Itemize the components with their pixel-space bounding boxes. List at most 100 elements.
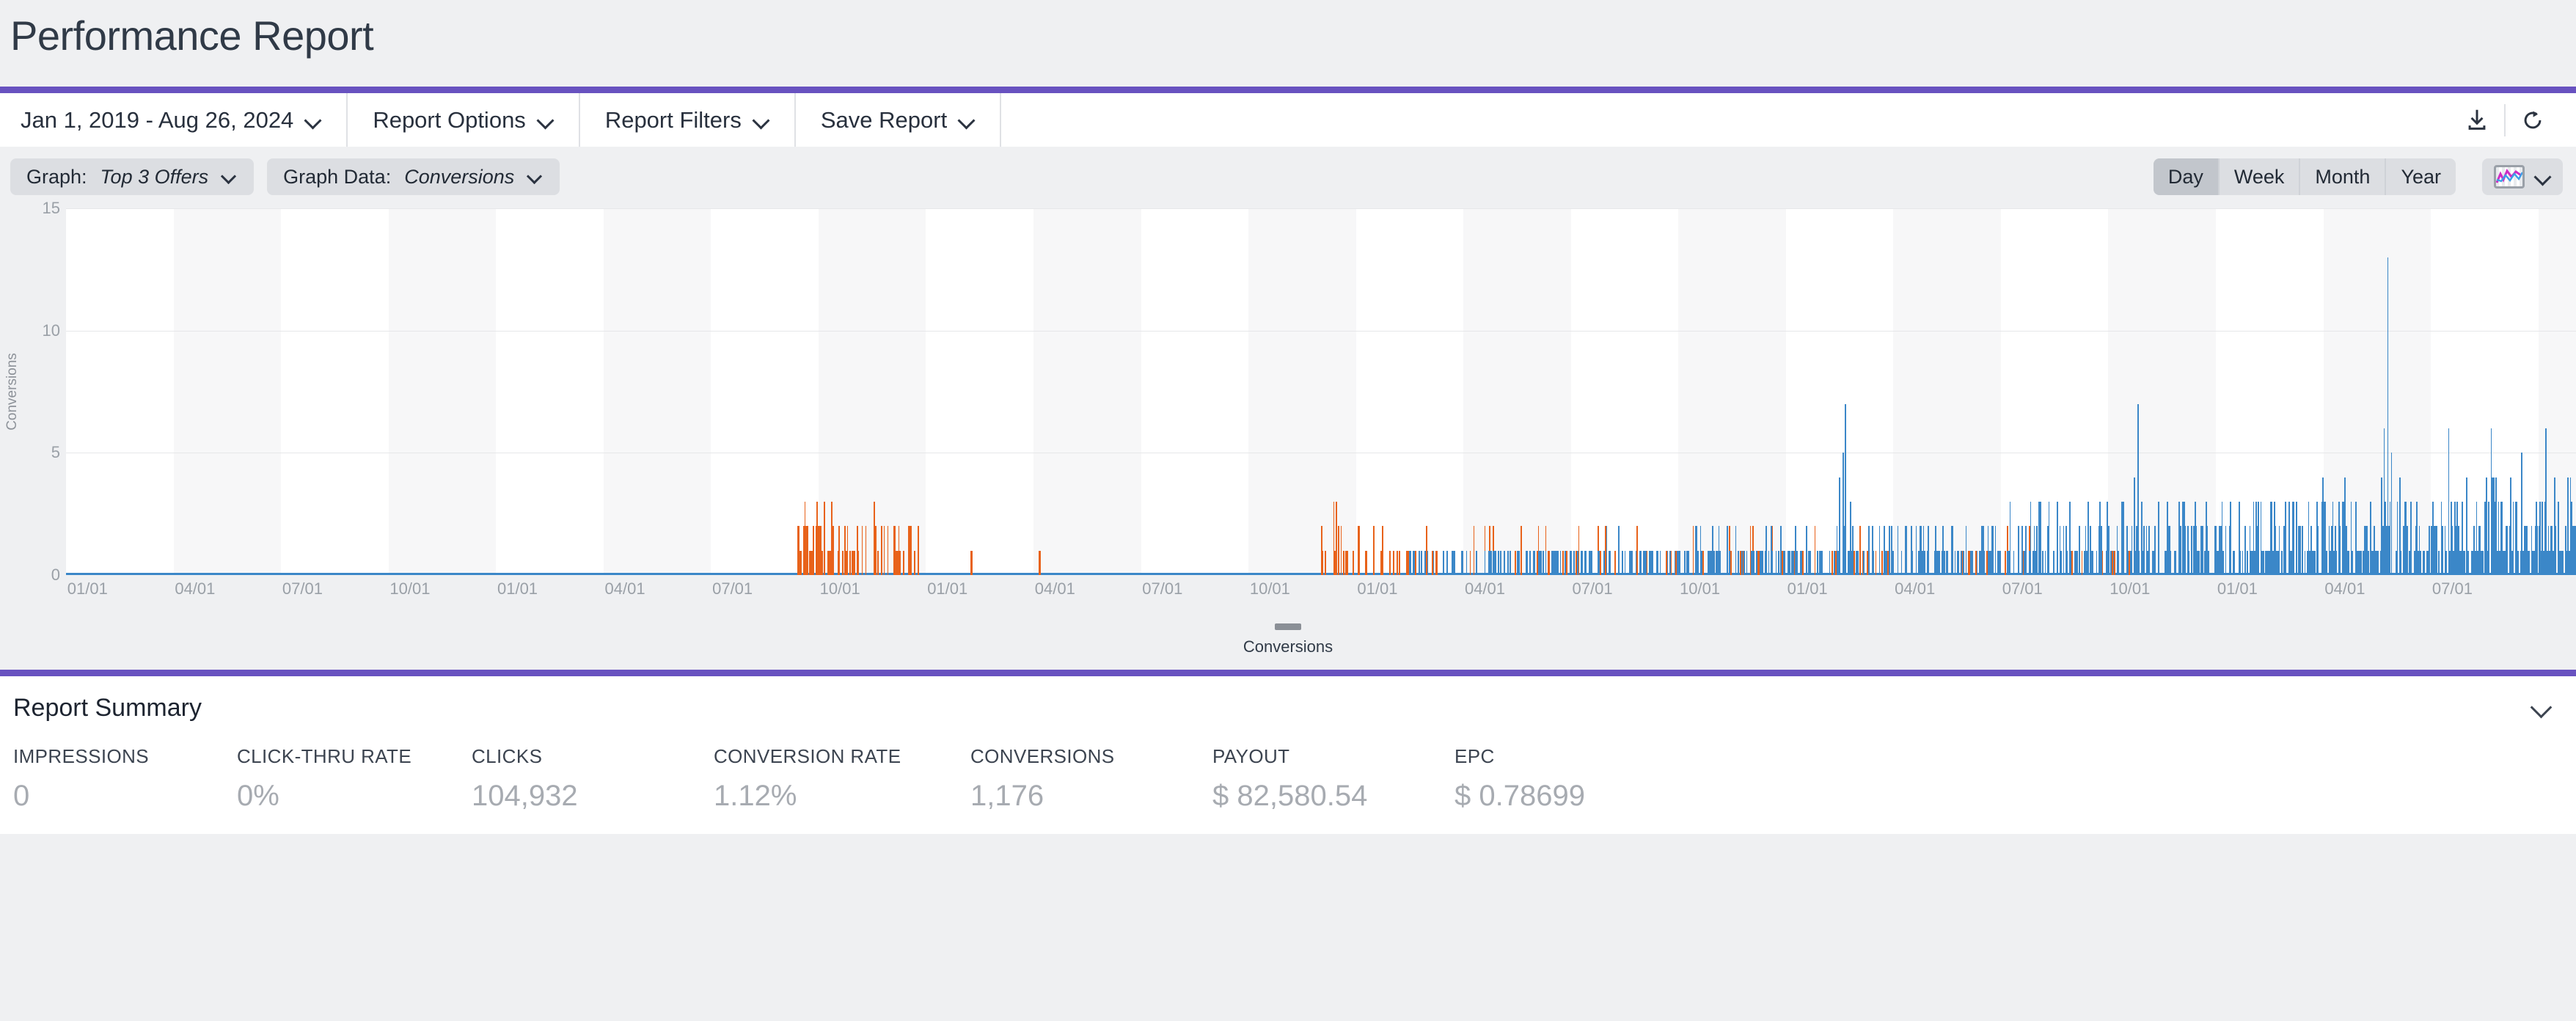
chart-bar (1534, 551, 1536, 575)
chevron-down-icon (538, 112, 554, 128)
chart-bar (2137, 404, 2139, 575)
save-report-menu[interactable]: Save Report (796, 93, 1001, 147)
chart-bar (1640, 551, 1642, 575)
summary-metric-value: 1,176 (970, 780, 1212, 813)
chart-bar (1562, 551, 1564, 575)
chart-bar (2118, 551, 2119, 575)
chart-bar (2410, 502, 2412, 575)
chart-bar (2222, 551, 2224, 575)
chevron-down-icon[interactable] (2532, 697, 2554, 719)
chart-bar (2202, 526, 2203, 575)
chart-bar (881, 526, 882, 575)
chart-bar (2010, 502, 2011, 575)
chart-band (1571, 208, 1679, 575)
chart-bar (2305, 551, 2306, 575)
download-button[interactable] (2450, 93, 2504, 147)
chart-bar (1667, 551, 1669, 575)
graph-controls: Graph: Top 3 Offers Graph Data: Conversi… (0, 147, 2576, 202)
chart-bar (2208, 551, 2209, 575)
chart-bar (833, 526, 834, 575)
chart-bar (1476, 551, 1477, 575)
chart-bar (1647, 551, 1648, 575)
chart-bar (2128, 551, 2129, 575)
chart-bar (1527, 551, 1529, 575)
chart-bar (1338, 526, 1339, 575)
chart-bar (2045, 551, 2046, 575)
chart-bar (1852, 526, 1854, 575)
chart-bar (2555, 526, 2557, 575)
interval-week[interactable]: Week (2220, 158, 2301, 195)
chart-bar (855, 551, 856, 575)
chart-bar (2139, 551, 2140, 575)
chart-bar (1868, 526, 1870, 575)
graph-selector[interactable]: Graph: Top 3 Offers (10, 158, 254, 195)
date-range-selector[interactable]: Jan 1, 2019 - Aug 26, 2024 (0, 93, 348, 147)
x-axis-tick: 04/01 (1895, 579, 1935, 599)
chart-bar (888, 526, 889, 575)
chart-bar (1972, 551, 1973, 575)
chevron-down-icon (305, 112, 321, 128)
chart-bar (2053, 551, 2054, 575)
report-summary-panel: Report Summary IMPRESSIONS0CLICK-THRU RA… (0, 670, 2576, 834)
chart-bar (1578, 526, 1580, 575)
chart-bar (2191, 526, 2192, 575)
chart-bar (1832, 551, 1833, 575)
interval-day[interactable]: Day (2154, 158, 2220, 195)
chart-bar (2360, 551, 2362, 575)
x-axis-tick: 04/01 (2324, 579, 2365, 599)
chart-bar (2279, 526, 2280, 575)
chart-bar (2442, 526, 2443, 575)
chart-band (1356, 208, 1464, 575)
chart-bar (2067, 551, 2068, 575)
download-icon (2465, 108, 2489, 133)
chart-type-selector[interactable] (2482, 158, 2563, 195)
chart-bar (2063, 526, 2065, 575)
chart-bar (899, 551, 901, 575)
chart-bar (2352, 551, 2353, 575)
legend-swatch (1275, 623, 1301, 630)
chart-bar (2036, 526, 2038, 575)
chart-bar (1585, 551, 1587, 575)
chart-bar (2401, 551, 2402, 575)
chart-plot-area[interactable] (66, 208, 2576, 575)
chart-bar (1776, 551, 1777, 575)
chart-bar (2189, 551, 2190, 575)
report-options-menu[interactable]: Report Options (348, 93, 580, 147)
chart-legend: Conversions (0, 607, 2576, 670)
chart-bar (1581, 551, 1583, 575)
interval-month[interactable]: Month (2300, 158, 2386, 195)
chart-bar (858, 551, 860, 575)
chart-bar (1507, 551, 1509, 575)
chart-bar (1543, 551, 1544, 575)
summary-metrics: IMPRESSIONS0CLICK-THRU RATE0%CLICKS104,9… (13, 729, 2563, 813)
chart-bar (1906, 526, 1907, 575)
chevron-down-icon (2535, 169, 2551, 185)
chart-bar (2296, 502, 2297, 575)
chart-bar (1743, 551, 1745, 575)
report-filters-menu[interactable]: Report Filters (580, 93, 796, 147)
chart-bar (1939, 551, 1940, 575)
y-axis-tick: 10 (43, 321, 60, 340)
chart-bar (2294, 502, 2295, 575)
chart-bar (2175, 551, 2176, 575)
chart-bar (2042, 551, 2043, 575)
chart-bar (875, 526, 877, 575)
chart-bar (813, 526, 814, 575)
chart-bar (1366, 551, 1367, 575)
chart-bar (2506, 526, 2508, 575)
chart-bar (2513, 502, 2514, 575)
chart-bar (1470, 551, 1471, 575)
graph-data-prefix: Graph Data: (283, 166, 391, 189)
graph-data-selector[interactable]: Graph Data: Conversions (267, 158, 560, 195)
chart-bar (2114, 551, 2115, 575)
summary-metric: CLICKS104,932 (472, 745, 714, 813)
interval-year[interactable]: Year (2386, 158, 2456, 195)
summary-metric-value: $ 0.78699 (1455, 780, 1675, 813)
refresh-button[interactable] (2506, 93, 2560, 147)
chart-bar (1898, 526, 1899, 575)
chart-bar (1796, 551, 1798, 575)
chart-bar (914, 551, 915, 575)
chart-bar (1961, 551, 1962, 575)
chart-bar (1382, 526, 1383, 575)
chart-bar (971, 551, 973, 575)
